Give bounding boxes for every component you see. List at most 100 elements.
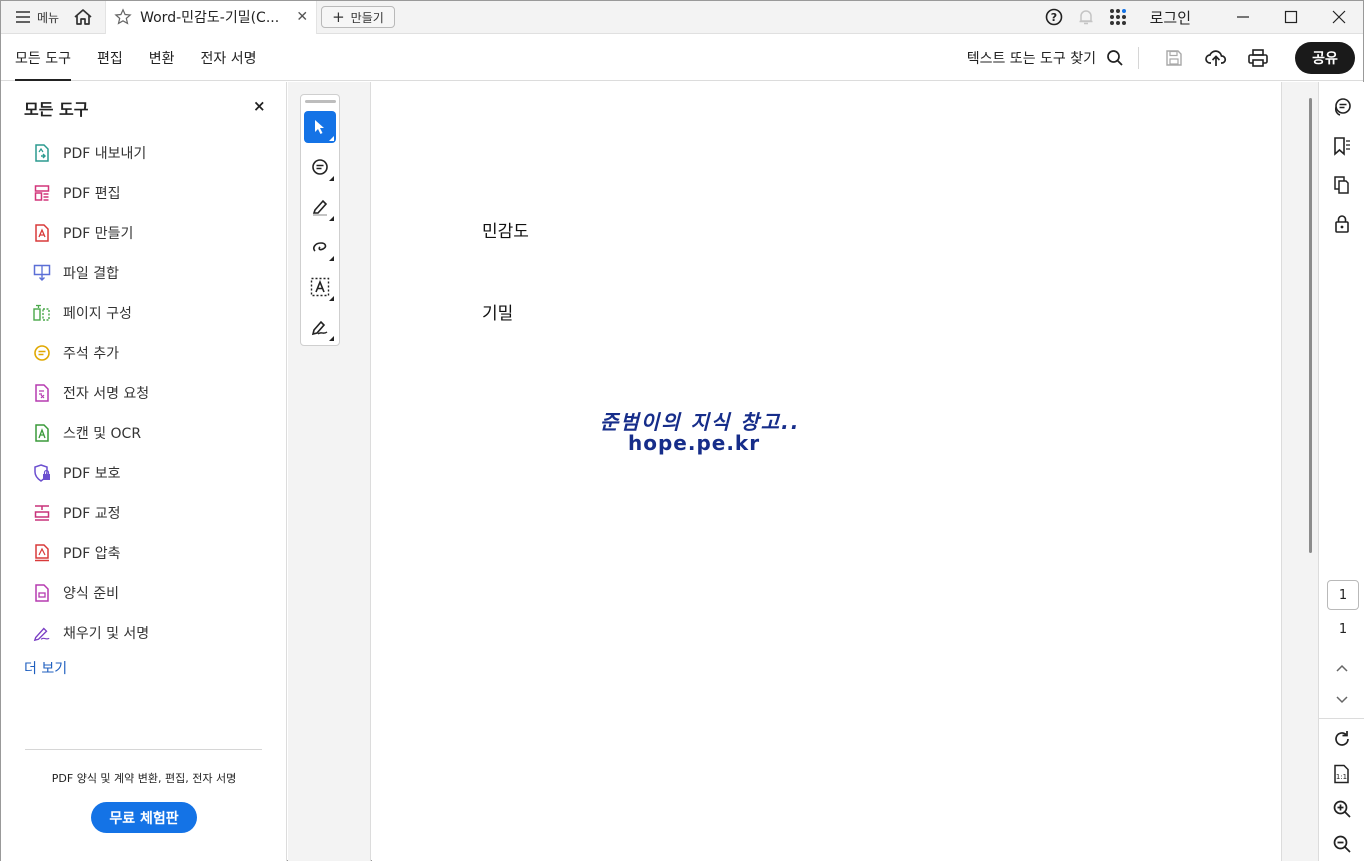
close-icon	[1332, 10, 1346, 24]
previous-page-button[interactable]	[1331, 657, 1353, 679]
tool-label: 스캔 및 OCR	[63, 426, 142, 442]
print-button[interactable]	[1241, 41, 1275, 75]
tool-prepare-form[interactable]: 양식 준비	[33, 573, 149, 613]
document-tab[interactable]: Word-민감도-기밀(C... ✕	[105, 0, 318, 34]
tool-label: 채우기 및 서명	[63, 626, 150, 642]
select-tool-button[interactable]	[304, 111, 336, 143]
tab-edit[interactable]: 편집	[83, 35, 123, 81]
comments-panel-button[interactable]	[1331, 96, 1353, 118]
lock-icon	[1335, 215, 1349, 233]
maximize-button[interactable]	[1267, 1, 1315, 34]
free-trial-button[interactable]: 무료 체험판	[91, 802, 197, 833]
search-tools-label[interactable]: 텍스트 또는 도구 찾기	[967, 48, 1096, 68]
tool-combine-files[interactable]: 파일 결합	[33, 253, 149, 293]
apps-icon	[1109, 9, 1126, 25]
chevron-up-icon	[1336, 664, 1348, 672]
apps-button[interactable]	[1102, 1, 1134, 34]
hamburger-icon	[16, 11, 30, 23]
zoom-out-button[interactable]	[1331, 833, 1353, 855]
comments-panel-icon	[1335, 98, 1351, 116]
sign-button[interactable]	[304, 311, 336, 343]
page-thumbnails-button[interactable]	[1331, 174, 1353, 196]
panel-close-icon[interactable]: ×	[253, 97, 266, 115]
comment-icon	[33, 343, 51, 363]
chevron-down-icon	[1336, 696, 1348, 704]
redact-pdf-icon	[33, 503, 51, 523]
zoom-in-icon	[1333, 800, 1351, 818]
title-bar: 메뉴 Word-민감도-기밀(C... ✕ + 만들기 ? 로그인	[1, 0, 1363, 34]
help-button[interactable]: ?	[1038, 1, 1070, 34]
tool-create-pdf[interactable]: PDF 만들기	[33, 213, 149, 253]
text-select-icon	[310, 277, 330, 297]
protect-pdf-icon	[33, 463, 51, 483]
notifications-button[interactable]	[1070, 1, 1102, 34]
tool-organize-pages[interactable]: 페이지 구성	[33, 293, 149, 333]
bookmarks-button[interactable]	[1331, 135, 1353, 157]
search-icon[interactable]	[1106, 49, 1124, 67]
highlight-button[interactable]	[304, 191, 336, 223]
add-comment-button[interactable]	[304, 151, 336, 183]
tool-label: 양식 준비	[63, 586, 119, 602]
highlight-icon	[312, 199, 328, 216]
plus-icon: +	[332, 8, 345, 26]
tool-label: PDF 보호	[63, 466, 121, 482]
menu-button[interactable]: 메뉴	[1, 1, 69, 33]
security-button[interactable]	[1331, 213, 1353, 235]
cloud-upload-icon	[1205, 49, 1227, 66]
svg-text:?: ?	[1050, 11, 1056, 24]
request-esign-icon	[33, 383, 51, 403]
next-page-button[interactable]	[1331, 689, 1353, 711]
tool-fill-sign[interactable]: 채우기 및 서명	[33, 613, 149, 653]
tab-all-tools[interactable]: 모든 도구	[1, 35, 71, 81]
tab-esign[interactable]: 전자 서명	[187, 35, 257, 81]
quick-tools-toolbar	[300, 94, 340, 346]
save-button[interactable]	[1157, 41, 1191, 75]
scroll-thumb[interactable]	[1309, 98, 1312, 553]
login-button[interactable]: 로그인	[1134, 7, 1219, 28]
zoom-in-button[interactable]	[1331, 798, 1353, 820]
right-rail: 1 1 1:1	[1318, 82, 1364, 861]
star-icon[interactable]	[114, 8, 132, 26]
tab-close-icon[interactable]: ✕	[296, 9, 308, 25]
tab-title: Word-민감도-기밀(C...	[140, 10, 280, 26]
draw-button[interactable]	[304, 231, 336, 263]
menu-label: 메뉴	[37, 10, 60, 25]
combine-files-icon	[33, 263, 51, 283]
fit-page-button[interactable]: 1:1	[1331, 763, 1353, 785]
tool-edit-pdf[interactable]: PDF 편집	[33, 173, 149, 213]
see-more-link[interactable]: 더 보기	[24, 658, 67, 678]
tool-scan-ocr[interactable]: 스캔 및 OCR	[33, 413, 149, 453]
tab-convert[interactable]: 변환	[135, 35, 175, 81]
edit-pdf-icon	[33, 183, 51, 203]
minimize-button[interactable]	[1219, 1, 1267, 34]
sign-icon	[311, 320, 328, 336]
watermark-url: hope.pe.kr	[628, 431, 761, 455]
create-button[interactable]: + 만들기	[321, 6, 395, 28]
tool-compress-pdf[interactable]: PDF 압축	[33, 533, 149, 573]
tool-request-esign[interactable]: 전자 서명 요청	[33, 373, 149, 413]
tool-redact-pdf[interactable]: PDF 교정	[33, 493, 149, 533]
close-window-button[interactable]	[1315, 1, 1363, 34]
panel-divider	[25, 749, 262, 750]
vertical-scrollbar[interactable]	[1281, 82, 1318, 861]
create-pdf-icon	[33, 223, 51, 243]
rail-divider	[1319, 718, 1364, 719]
current-page-input[interactable]: 1	[1327, 580, 1359, 610]
promo-text: PDF 양식 및 계약 변환, 편집, 전자 서명	[51, 772, 237, 785]
tool-label: PDF 내보내기	[63, 146, 147, 162]
tool-add-comment[interactable]: 주석 추가	[33, 333, 149, 373]
drag-handle[interactable]	[305, 100, 336, 103]
upload-cloud-button[interactable]	[1199, 41, 1233, 75]
prepare-form-icon	[33, 583, 51, 603]
select-cursor-icon	[315, 120, 324, 134]
home-button[interactable]	[69, 1, 97, 33]
all-tools-panel: 모든 도구 × PDF 내보내기 PDF 편집 PDF 만들기 파일 결합 페이…	[1, 82, 287, 861]
tool-label: 전자 서명 요청	[63, 386, 150, 402]
tool-label: PDF 압축	[63, 546, 121, 562]
save-icon	[1166, 49, 1182, 66]
share-button[interactable]: 공유	[1295, 41, 1355, 74]
text-select-button[interactable]	[304, 271, 336, 303]
tool-export-pdf[interactable]: PDF 내보내기	[33, 133, 149, 173]
tool-protect-pdf[interactable]: PDF 보호	[33, 453, 149, 493]
rotate-button[interactable]	[1331, 728, 1353, 750]
